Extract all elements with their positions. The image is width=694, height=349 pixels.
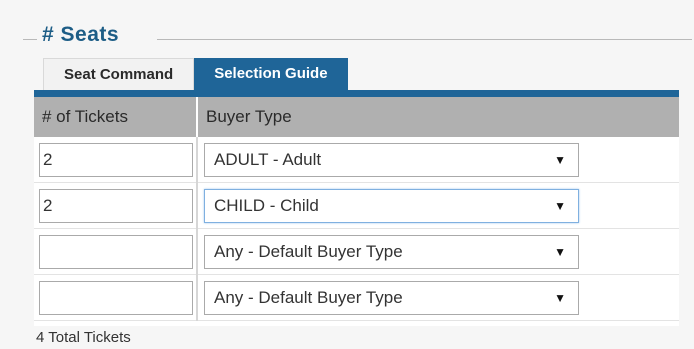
- tab-bar: Seat Command Selection Guide: [43, 58, 348, 90]
- qty-cell: [34, 274, 198, 321]
- total-tickets-text: 4 Total Tickets: [36, 329, 131, 346]
- header-buyer-type: Buyer Type: [197, 97, 679, 137]
- buyer-type-select[interactable]: Any - Default Buyer Type ▼: [204, 280, 579, 315]
- dropdown-arrow-icon: ▼: [554, 152, 566, 167]
- buyer-type-cell: Any - Default Buyer Type ▼: [197, 228, 679, 275]
- ticket-quantity-input[interactable]: [39, 142, 193, 177]
- qty-cell: [34, 182, 198, 229]
- ticket-quantity-input[interactable]: [39, 234, 193, 269]
- selection-guide-panel: # of Tickets Buyer Type ADULT - Adult ▼: [34, 90, 679, 326]
- table-row: CHILD - Child ▼: [34, 182, 679, 229]
- buyer-type-select[interactable]: CHILD - Child ▼: [204, 188, 579, 223]
- tab-selection-guide[interactable]: Selection Guide: [194, 58, 348, 90]
- buyer-type-cell: CHILD - Child ▼: [197, 182, 679, 229]
- ticket-quantity-input[interactable]: [39, 280, 193, 315]
- fieldset-border-left: [23, 39, 37, 40]
- table-row: ADULT - Adult ▼: [34, 137, 679, 183]
- buyer-type-value: Any - Default Buyer Type: [214, 287, 403, 307]
- buyer-type-value: Any - Default Buyer Type: [214, 241, 403, 261]
- buyer-type-value: CHILD - Child: [214, 195, 319, 215]
- tab-seat-command[interactable]: Seat Command: [43, 58, 195, 90]
- table-row: Any - Default Buyer Type ▼: [34, 228, 679, 275]
- qty-cell: [34, 228, 198, 275]
- buyer-type-select[interactable]: Any - Default Buyer Type ▼: [204, 234, 579, 269]
- buyer-type-value: ADULT - Adult: [214, 149, 322, 169]
- ticket-quantity-input[interactable]: [39, 188, 193, 223]
- tickets-table: # of Tickets Buyer Type ADULT - Adult ▼: [34, 97, 679, 321]
- buyer-type-cell: ADULT - Adult ▼: [197, 137, 679, 183]
- table-row: Any - Default Buyer Type ▼: [34, 274, 679, 321]
- buyer-type-cell: Any - Default Buyer Type ▼: [197, 274, 679, 321]
- header-num-tickets: # of Tickets: [34, 97, 198, 137]
- dropdown-arrow-icon: ▼: [554, 244, 566, 259]
- section-legend: # Seats: [42, 23, 120, 46]
- fieldset-border-right: [157, 39, 692, 40]
- qty-cell: [34, 137, 198, 183]
- dropdown-arrow-icon: ▼: [554, 290, 566, 305]
- buyer-type-select[interactable]: ADULT - Adult ▼: [204, 142, 579, 177]
- table-header-row: # of Tickets Buyer Type: [34, 97, 679, 137]
- dropdown-arrow-icon: ▼: [554, 198, 566, 213]
